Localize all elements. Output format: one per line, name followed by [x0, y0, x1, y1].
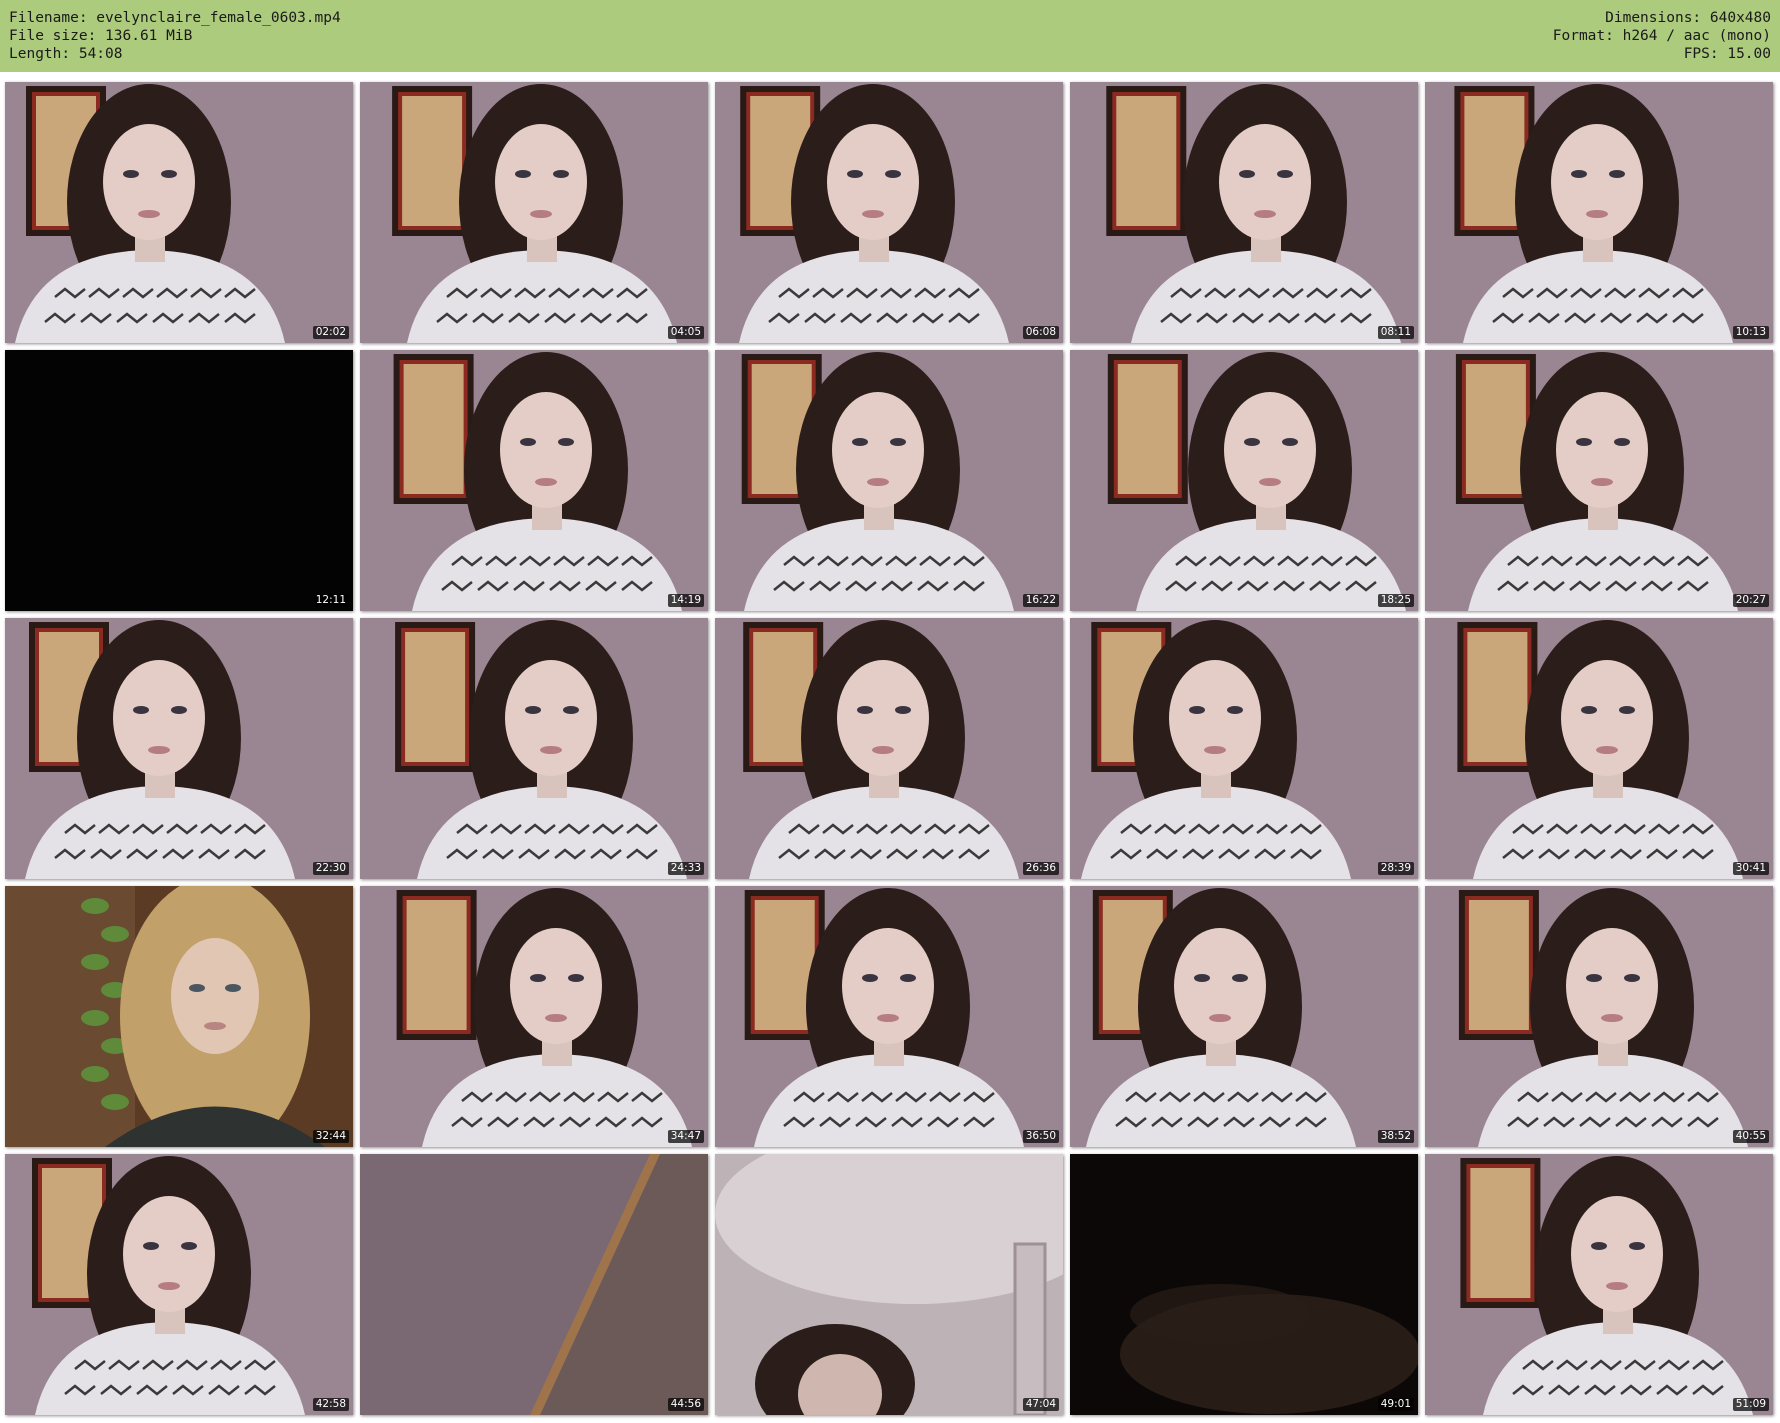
timestamp-label: 16:22 — [1022, 594, 1059, 607]
frame-image — [360, 82, 708, 343]
video-thumbnail: 44:56 — [360, 1154, 708, 1415]
frame-image — [5, 1154, 353, 1415]
video-thumbnail: 32:44 — [5, 886, 353, 1147]
video-thumbnail: 18:25 — [1070, 350, 1418, 611]
frame-image — [1070, 1154, 1418, 1415]
timestamp-label: 04:05 — [667, 326, 704, 339]
timestamp-label: 36:50 — [1022, 1130, 1059, 1143]
video-thumbnail: 51:09 — [1425, 1154, 1773, 1415]
video-thumbnail: 28:39 — [1070, 618, 1418, 879]
frame-image — [715, 350, 1063, 611]
frame-image — [1425, 1154, 1773, 1415]
thumbnail-grid: 02:02 04:05 06:08 08:11 10:13 12:11 14:19 16:22… — [5, 82, 1775, 1415]
frame-image — [360, 618, 708, 879]
video-thumbnail: 36:50 — [715, 886, 1063, 1147]
timestamp-label: 18:25 — [1377, 594, 1414, 607]
filesize-text: File size: 136.61 MiB — [9, 28, 193, 44]
frame-image — [5, 886, 353, 1147]
frame-image — [1425, 886, 1773, 1147]
frame-image — [1070, 618, 1418, 879]
video-thumbnail: 40:55 — [1425, 886, 1773, 1147]
timestamp-label: 30:41 — [1732, 862, 1769, 875]
video-thumbnail: 22:30 — [5, 618, 353, 879]
timestamp-label: 26:36 — [1022, 862, 1059, 875]
video-thumbnail: 20:27 — [1425, 350, 1773, 611]
frame-image — [360, 350, 708, 611]
timestamp-label: 49:01 — [1377, 1398, 1414, 1411]
timestamp-label: 10:13 — [1732, 326, 1769, 339]
format-text: Format: h264 / aac (mono) — [1552, 28, 1771, 44]
frame-image — [5, 618, 353, 879]
video-thumbnail: 49:01 — [1070, 1154, 1418, 1415]
frame-image — [5, 82, 353, 343]
timestamp-label: 20:27 — [1732, 594, 1769, 607]
frame-image — [715, 886, 1063, 1147]
frame-image — [715, 618, 1063, 879]
video-thumbnail: 30:41 — [1425, 618, 1773, 879]
frame-image — [360, 886, 708, 1147]
timestamp-label: 02:02 — [312, 326, 349, 339]
timestamp-label: 12:11 — [312, 594, 349, 607]
video-thumbnail: 42:58 — [5, 1154, 353, 1415]
video-thumbnail: 47:04 — [715, 1154, 1063, 1415]
video-thumbnail: 16:22 — [715, 350, 1063, 611]
video-thumbnail: 10:13 — [1425, 82, 1773, 343]
frame-image — [715, 82, 1063, 343]
timestamp-label: 06:08 — [1022, 326, 1059, 339]
video-thumbnail: 34:47 — [360, 886, 708, 1147]
video-thumbnail: 04:05 — [360, 82, 708, 343]
timestamp-label: 08:11 — [1377, 326, 1414, 339]
timestamp-label: 51:09 — [1732, 1398, 1769, 1411]
frame-image — [1425, 82, 1773, 343]
timestamp-label: 24:33 — [667, 862, 704, 875]
frame-image — [715, 1154, 1063, 1415]
timestamp-label: 34:47 — [667, 1130, 704, 1143]
length-text: Length: 54:08 — [9, 46, 123, 62]
file-info-right: Dimensions: 640x480 Format: h264 / aac (… — [1553, 9, 1771, 63]
timestamp-label: 38:52 — [1377, 1130, 1414, 1143]
frame-image — [1070, 886, 1418, 1147]
frame-image — [1425, 350, 1773, 611]
timestamp-label: 22:30 — [312, 862, 349, 875]
timestamp-label: 42:58 — [312, 1398, 349, 1411]
file-info-left: Filename: evelynclaire_female_0603.mp4 F… — [9, 9, 341, 63]
frame-image — [5, 350, 353, 611]
fps-text: FPS: 15.00 — [1683, 46, 1771, 62]
dimensions-text: Dimensions: 640x480 — [1605, 10, 1771, 26]
frame-image — [1425, 618, 1773, 879]
timestamp-label: 47:04 — [1022, 1398, 1059, 1411]
video-thumbnail: 02:02 — [5, 82, 353, 343]
video-thumbnail: 26:36 — [715, 618, 1063, 879]
timestamp-label: 28:39 — [1377, 862, 1414, 875]
video-thumbnail: 38:52 — [1070, 886, 1418, 1147]
metadata-header: Filename: evelynclaire_female_0603.mp4 F… — [0, 0, 1780, 72]
timestamp-label: 14:19 — [667, 594, 704, 607]
video-thumbnail: 08:11 — [1070, 82, 1418, 343]
filename-text: Filename: evelynclaire_female_0603.mp4 — [9, 10, 341, 26]
video-thumbnail: 14:19 — [360, 350, 708, 611]
timestamp-label: 40:55 — [1732, 1130, 1769, 1143]
video-thumbnail: 06:08 — [715, 82, 1063, 343]
video-thumbnail: 24:33 — [360, 618, 708, 879]
timestamp-label: 32:44 — [312, 1130, 349, 1143]
video-thumbnail: 12:11 — [5, 350, 353, 611]
frame-image — [360, 1154, 708, 1415]
frame-image — [1070, 350, 1418, 611]
timestamp-label: 44:56 — [667, 1398, 704, 1411]
frame-image — [1070, 82, 1418, 343]
